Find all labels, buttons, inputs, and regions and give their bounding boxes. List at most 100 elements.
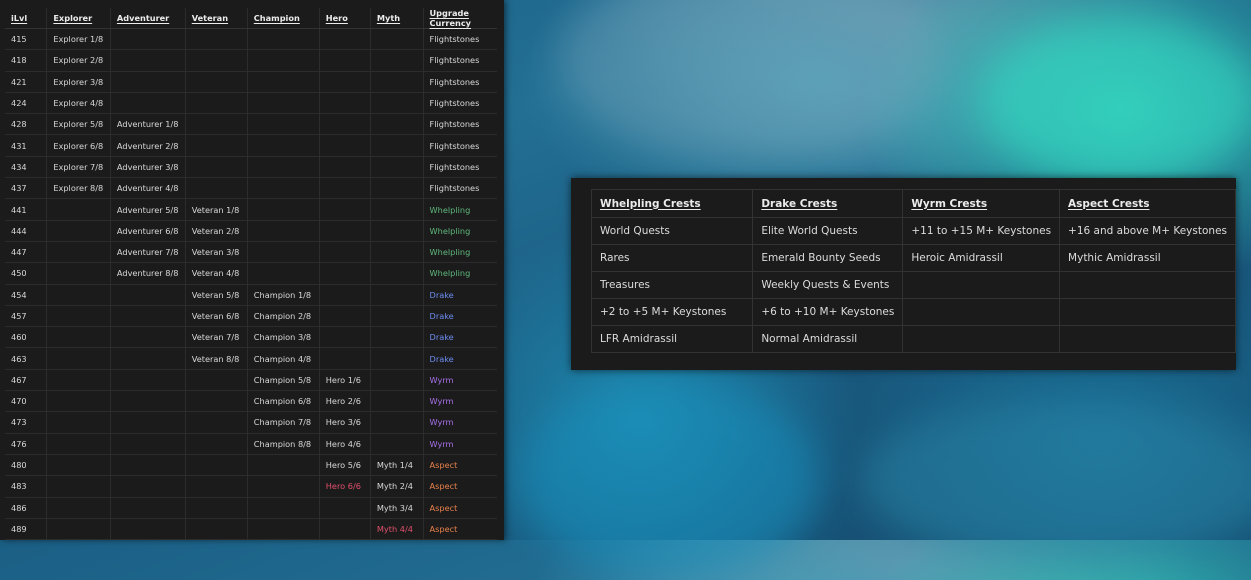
ilvl-cell-hero: Hero 5/6 bbox=[318, 454, 371, 477]
ilvl-cell-explorer bbox=[46, 241, 111, 264]
ilvl-cell-currency: Drake bbox=[422, 347, 497, 370]
ilvl-cell-myth bbox=[369, 92, 424, 115]
ilvl-cell-myth bbox=[369, 156, 424, 179]
ilvl-cell-myth bbox=[369, 71, 424, 93]
ilvl-cell-currency: Flightstones bbox=[422, 177, 497, 200]
ilvl-cell-ilvl: 454 bbox=[5, 284, 47, 306]
crest-cell bbox=[902, 271, 1061, 299]
table-row: 415 Explorer 1/8 Flightstones bbox=[5, 28, 497, 51]
ilvl-cell-myth bbox=[369, 113, 424, 136]
table-row: Treasures Weekly Quests & Events bbox=[590, 271, 1236, 299]
ilvl-cell-currency: Drake bbox=[422, 284, 497, 306]
ilvl-cell-adventurer bbox=[109, 326, 186, 349]
ilvl-cell-hero bbox=[318, 71, 371, 93]
ilvl-cell-myth bbox=[369, 49, 424, 72]
ilvl-cell-currency: Wyrm bbox=[422, 369, 497, 392]
ilvl-cell-currency: Flightstones bbox=[422, 156, 497, 179]
ilvl-cell-explorer: Explorer 2/8 bbox=[46, 49, 111, 72]
ilvl-cell-myth bbox=[369, 262, 424, 285]
ilvl-cell-currency: Aspect bbox=[422, 475, 497, 498]
table-row: 454 Veteran 5/8 Champion 1/8 Drake bbox=[5, 284, 497, 306]
ilvl-cell-myth bbox=[369, 28, 424, 51]
ilvl-cell-hero bbox=[318, 220, 371, 242]
table-row: 473 Champion 7/8 Hero 3/6 Wyrm bbox=[5, 411, 497, 434]
ilvl-cell-currency: Wyrm bbox=[422, 433, 497, 455]
ilvl-cell-explorer bbox=[46, 518, 111, 540]
crest-cell: Elite World Quests bbox=[752, 217, 904, 245]
crest-cell: Mythic Amidrassil bbox=[1059, 244, 1236, 272]
ilvl-cell-hero bbox=[318, 497, 371, 519]
crest-cell: LFR Amidrassil bbox=[590, 325, 754, 353]
ilvl-table-header-row: iLvl Explorer Adventurer Veteran Champion Her… bbox=[5, 8, 497, 29]
ilvl-cell-ilvl: 437 bbox=[5, 177, 47, 200]
ilvl-cell-ilvl: 483 bbox=[5, 475, 47, 498]
ilvl-cell-veteran bbox=[184, 71, 248, 93]
ilvl-cell-explorer: Explorer 8/8 bbox=[46, 177, 111, 200]
ilvl-cell-veteran bbox=[184, 454, 248, 477]
ilvl-cell-adventurer: Adventurer 4/8 bbox=[109, 177, 186, 200]
ilvl-cell-hero bbox=[318, 347, 371, 370]
table-row: LFR Amidrassil Normal Amidrassil bbox=[590, 325, 1236, 353]
ilvl-cell-hero bbox=[318, 49, 371, 72]
table-row: 421 Explorer 3/8 Flightstones bbox=[5, 71, 497, 93]
ilvl-cell-ilvl: 424 bbox=[5, 92, 47, 115]
ilvl-cell-adventurer bbox=[109, 347, 186, 370]
ilvl-cell-currency: Flightstones bbox=[422, 92, 497, 115]
ilvl-cell-champion: Champion 5/8 bbox=[246, 369, 320, 392]
ilvl-cell-hero bbox=[318, 284, 371, 306]
ilvl-cell-hero bbox=[318, 518, 371, 540]
ilvl-cell-veteran: Veteran 7/8 bbox=[184, 326, 248, 349]
crest-cell bbox=[902, 325, 1061, 353]
table-row: 489 Myth 4/4 Aspect bbox=[5, 518, 497, 540]
ilvl-cell-myth bbox=[369, 326, 424, 349]
ilvl-cell-ilvl: 447 bbox=[5, 241, 47, 264]
ilvl-cell-explorer bbox=[46, 475, 111, 498]
ilvl-column-header: Myth bbox=[369, 8, 424, 29]
ilvl-cell-myth bbox=[369, 177, 424, 200]
table-row: World Quests Elite World Quests +11 to +15… bbox=[590, 217, 1236, 245]
crest-column-header: Whelpling Crests bbox=[590, 189, 754, 218]
crest-table-header-row: Whelpling Crests Drake Crests Wyrm Crests A… bbox=[590, 189, 1236, 218]
ilvl-cell-currency: Drake bbox=[422, 326, 497, 349]
ilvl-cell-ilvl: 486 bbox=[5, 497, 47, 519]
ilvl-cell-myth bbox=[369, 433, 424, 455]
ilvl-cell-adventurer: Adventurer 1/8 bbox=[109, 113, 186, 136]
crest-cell bbox=[1059, 298, 1236, 326]
ilvl-cell-veteran: Veteran 1/8 bbox=[184, 198, 248, 221]
ilvl-cell-veteran bbox=[184, 113, 248, 136]
ilvl-cell-veteran: Veteran 4/8 bbox=[184, 262, 248, 285]
ilvl-cell-explorer: Explorer 1/8 bbox=[46, 28, 111, 51]
ilvl-cell-adventurer bbox=[109, 390, 186, 413]
ilvl-cell-veteran bbox=[184, 177, 248, 200]
crest-cell: Treasures bbox=[590, 271, 754, 299]
ilvl-cell-ilvl: 480 bbox=[5, 454, 47, 477]
crest-cell bbox=[1059, 325, 1236, 353]
table-row: 431 Explorer 6/8 Adventurer 2/8 Flightstone… bbox=[5, 134, 497, 157]
table-row: 467 Champion 5/8 Hero 1/6 Wyrm bbox=[5, 369, 497, 392]
ilvl-cell-hero bbox=[318, 177, 371, 200]
ilvl-cell-ilvl: 489 bbox=[5, 518, 47, 540]
table-row: +2 to +5 M+ Keystones +6 to +10 M+ Keysto… bbox=[590, 298, 1236, 326]
crest-cell: +2 to +5 M+ Keystones bbox=[590, 298, 754, 326]
ilvl-cell-champion bbox=[246, 177, 320, 200]
table-row: Rares Emerald Bounty Seeds Heroic Amidrass… bbox=[590, 244, 1236, 272]
ilvl-cell-explorer bbox=[46, 497, 111, 519]
ilvl-cell-currency: Flightstones bbox=[422, 134, 497, 157]
ilvl-cell-champion: Champion 1/8 bbox=[246, 284, 320, 306]
ilvl-cell-adventurer bbox=[109, 433, 186, 455]
ilvl-cell-currency: Drake bbox=[422, 305, 497, 328]
ilvl-cell-adventurer bbox=[109, 518, 186, 540]
ilvl-cell-adventurer bbox=[109, 411, 186, 434]
crest-column-header: Drake Crests bbox=[752, 189, 904, 218]
ilvl-cell-adventurer bbox=[109, 475, 186, 498]
ilvl-cell-champion: Champion 3/8 bbox=[246, 326, 320, 349]
ilvl-cell-champion bbox=[246, 241, 320, 264]
ilvl-cell-hero bbox=[318, 198, 371, 221]
ilvl-cell-veteran bbox=[184, 49, 248, 72]
ilvl-cell-champion bbox=[246, 262, 320, 285]
ilvl-cell-myth: Myth 3/4 bbox=[369, 497, 424, 519]
ilvl-cell-currency: Wyrm bbox=[422, 411, 497, 434]
ilvl-cell-veteran bbox=[184, 433, 248, 455]
ilvl-cell-ilvl: 460 bbox=[5, 326, 47, 349]
ilvl-cell-veteran: Veteran 6/8 bbox=[184, 305, 248, 328]
